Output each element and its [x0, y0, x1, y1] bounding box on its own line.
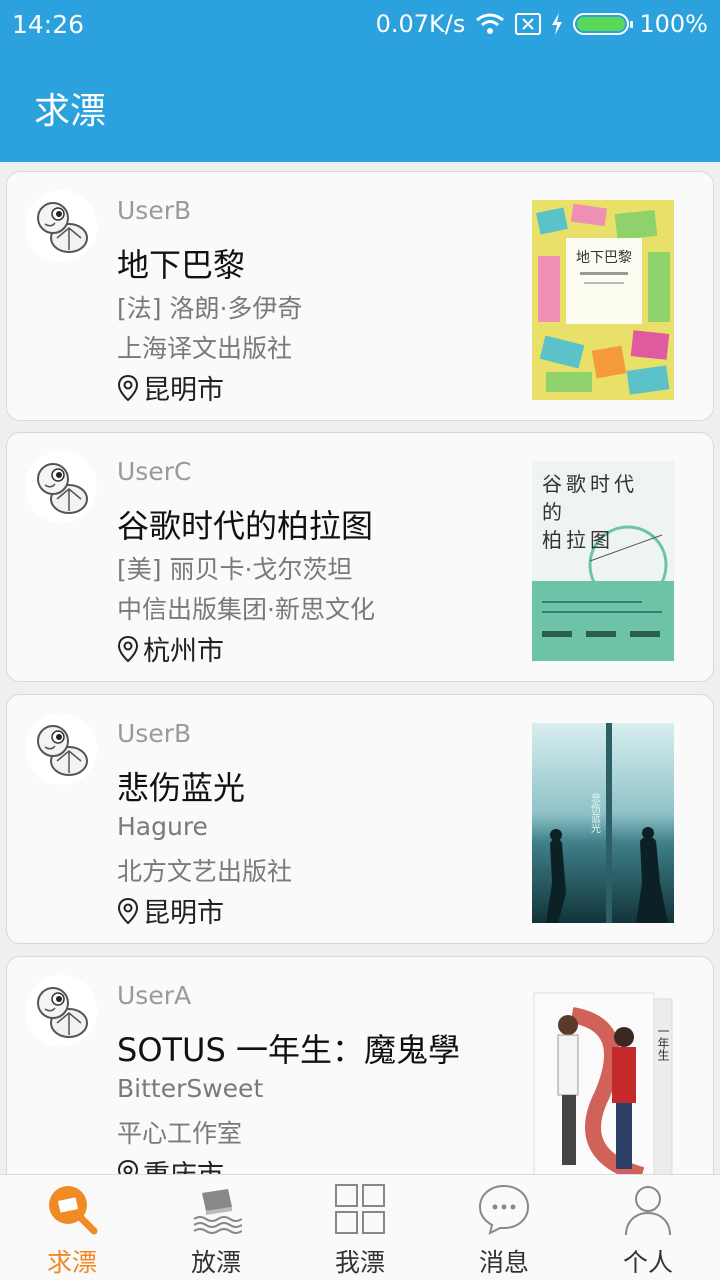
location-text: 重庆市 [143, 1153, 224, 1174]
book-title: 谷歌时代的柏拉图 [117, 507, 374, 545]
list-item[interactable]: UserB 悲伤蓝光 Hagure 北方文艺出版社 昆明市 悲伤蓝光 [6, 694, 714, 944]
app-bar: 求漂 [0, 52, 720, 162]
chat-bubble-icon [478, 1184, 530, 1235]
svg-text:柏拉图: 柏拉图 [542, 528, 614, 552]
location-pin-icon [117, 897, 139, 924]
svg-text:谷歌时代: 谷歌时代 [542, 472, 638, 496]
book-list[interactable]: UserB 地下巴黎 [法] 洛朗·多伊奇 上海译文出版社 昆明市 地下巴黎 U… [0, 162, 720, 1174]
book-drift-icon [193, 1189, 242, 1234]
tab-label: 我漂 [334, 1248, 385, 1277]
grid-icon [335, 1184, 385, 1234]
book-cover[interactable]: 谷歌时代 的 柏拉图 [532, 461, 674, 661]
person-icon [625, 1186, 671, 1235]
turtle-avatar[interactable] [25, 713, 97, 785]
tab-wopiao[interactable]: 我漂 [288, 1175, 432, 1280]
tab-qiupiao[interactable]: 求漂 [0, 1175, 144, 1280]
search-book-icon [49, 1186, 98, 1235]
cover-title: 悲伤蓝光 [589, 792, 601, 834]
svg-text:的: 的 [542, 500, 562, 524]
tab-geren[interactable]: 个人 [576, 1175, 720, 1280]
book-publisher: 平心工作室 [117, 1119, 243, 1148]
location: 杭州市 [117, 629, 224, 668]
book-publisher: 上海译文出版社 [117, 334, 293, 363]
battery-percent: 100% [639, 10, 708, 38]
book-cover[interactable]: 地下巴黎 [532, 200, 674, 400]
battery-icon [573, 13, 634, 35]
book-author: [法] 洛朗·多伊奇 [117, 294, 303, 323]
turtle-avatar[interactable] [25, 190, 97, 262]
book-publisher: 北方文艺出版社 [117, 857, 293, 886]
status-right: 0.07K/s 100% [376, 10, 708, 38]
cover-title: 一年生 [656, 1025, 670, 1061]
tab-label: 消息 [478, 1248, 529, 1277]
status-bar: 14:26 0.07K/s 100% [0, 0, 720, 52]
charging-icon [552, 13, 563, 35]
location-pin-icon [117, 1159, 139, 1174]
list-item[interactable]: UserA SOTUS 一年生：魔鬼學 BitterSweet 平心工作室 重庆… [6, 956, 714, 1174]
username: UserA [117, 981, 192, 1010]
location: 昆明市 [117, 368, 224, 407]
username: UserC [117, 457, 192, 486]
bottom-tab-bar: 求漂 放漂 我漂 消息 个人 [0, 1174, 720, 1280]
location-text: 昆明市 [143, 898, 224, 929]
book-cover[interactable]: 一年生 [532, 985, 674, 1174]
book-publisher: 中信出版集团·新思文化 [117, 595, 375, 624]
location-pin-icon [117, 635, 139, 662]
location: 重庆市 [117, 1153, 224, 1174]
list-item[interactable]: UserB 地下巴黎 [法] 洛朗·多伊奇 上海译文出版社 昆明市 地下巴黎 [6, 171, 714, 421]
book-cover[interactable]: 悲伤蓝光 [532, 723, 674, 923]
location: 昆明市 [117, 891, 224, 930]
location-pin-icon [117, 374, 139, 401]
tab-label: 求漂 [46, 1248, 97, 1277]
sim-off-icon [515, 13, 542, 35]
book-title: 悲伤蓝光 [117, 769, 246, 807]
status-time: 14:26 [12, 10, 85, 39]
username: UserB [117, 196, 192, 225]
book-author: [美] 丽贝卡·戈尔茨坦 [117, 555, 353, 584]
book-title: SOTUS 一年生：魔鬼學 [117, 1031, 460, 1069]
username: UserB [117, 719, 192, 748]
tab-xiaoxi[interactable]: 消息 [432, 1175, 576, 1280]
location-text: 杭州市 [143, 636, 224, 667]
book-author: Hagure [117, 812, 208, 841]
tab-label: 个人 [622, 1248, 673, 1277]
turtle-avatar[interactable] [25, 975, 97, 1047]
book-title: 地下巴黎 [117, 246, 246, 284]
list-item[interactable]: UserC 谷歌时代的柏拉图 [美] 丽贝卡·戈尔茨坦 中信出版集团·新思文化 … [6, 432, 714, 682]
book-author: BitterSweet [117, 1074, 264, 1103]
tab-fangpiao[interactable]: 放漂 [144, 1175, 288, 1280]
turtle-avatar[interactable] [25, 451, 97, 523]
wifi-icon [476, 13, 505, 34]
cover-title: 地下巴黎 [576, 250, 632, 266]
page-title: 求漂 [34, 91, 107, 132]
network-speed: 0.07K/s [375, 10, 466, 38]
tab-label: 放漂 [190, 1248, 241, 1277]
location-text: 昆明市 [143, 375, 224, 406]
